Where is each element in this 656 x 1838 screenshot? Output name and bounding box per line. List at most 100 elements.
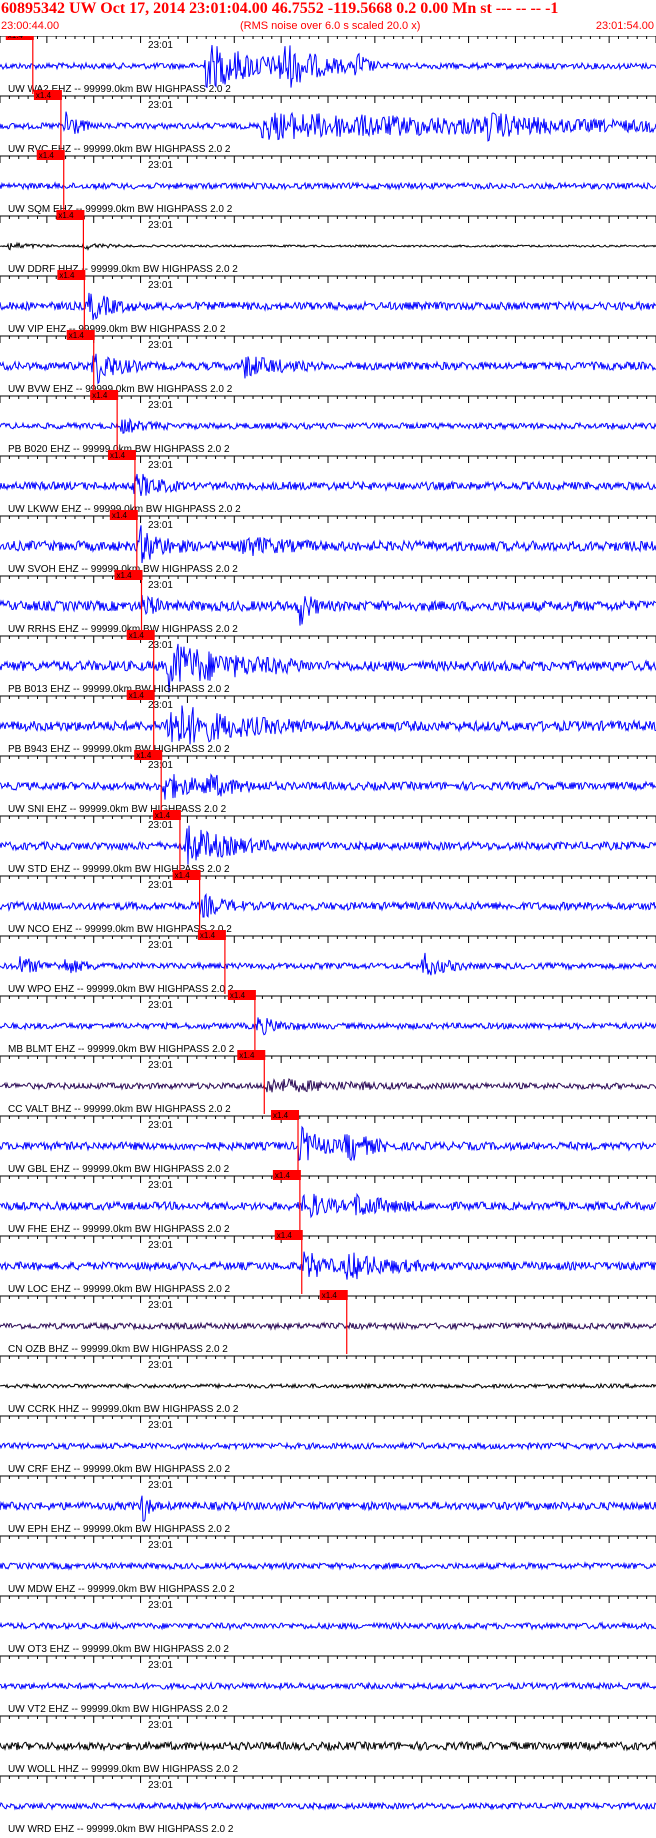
minute-label: 23:01 <box>148 1360 173 1371</box>
pick-label: x1.4 <box>36 91 52 100</box>
trace-row: 23:01 MB BLMT EHZ -- 99999.0km BW HIGHPAS… <box>0 990 656 1055</box>
pick-label: x1.4 <box>129 631 145 640</box>
waveform-trace <box>0 292 656 321</box>
trace-row: 23:01 UW CCRK HHZ -- 99999.0km BW HIGHPAS… <box>0 1355 656 1415</box>
minute-label: 23:01 <box>148 1000 173 1011</box>
pick-label: x1.4 <box>39 151 55 160</box>
waveform-trace <box>0 525 656 564</box>
station-label: UW RRHS EHZ -- 99999.0km BW HIGHPASS 2.0… <box>8 624 238 635</box>
station-label: UW CRF EHZ -- 99999.0km BW HIGHPASS 2.0 … <box>8 1464 231 1475</box>
waveform-trace <box>0 417 656 434</box>
waveform-trace <box>0 1321 656 1331</box>
station-label: UW BVW EHZ -- 99999.0km BW HIGHPASS 2.0 … <box>8 384 233 395</box>
minute-label: 23:01 <box>148 820 173 831</box>
trace-row: 23:01 UW WRD EHZ -- 99999.0km BW HIGHPASS… <box>0 1775 656 1835</box>
pick-label: x1.4 <box>8 36 24 40</box>
station-label: CC VALT BHZ -- 99999.0km BW HIGHPASS 2.0… <box>8 1104 231 1115</box>
event-title: 60895342 UW Oct 17, 2014 23:01:04.00 46.… <box>1 0 559 17</box>
trace-row: 23:01 UW BVW EHZ -- 99999.0km BW HIGHPASS… <box>0 330 656 395</box>
pick-label: x1.4 <box>58 211 74 220</box>
end-time-label: 23:01:54.00 <box>595 20 654 32</box>
station-label: UW WRD EHZ -- 99999.0km BW HIGHPASS 2.0 … <box>8 1824 234 1835</box>
minute-label: 23:01 <box>148 1540 173 1551</box>
pick-label: x1.4 <box>277 1231 293 1240</box>
minute-label: 23:01 <box>148 160 173 171</box>
station-label: UW DDRF HHZ -- 99999.0km BW HIGHPASS 2.0… <box>8 264 238 275</box>
trace-row: 23:01 UW VIP EHZ -- 99999.0km BW HIGHPASS… <box>0 270 656 335</box>
start-time-label: 23:00:44.00 <box>1 20 60 32</box>
station-label: UW VT2 EHZ -- 99999.0km BW HIGHPASS 2.0 … <box>8 1704 228 1715</box>
waveform-trace <box>0 1495 656 1522</box>
station-label: UW SQM EHZ -- 99999.0km BW HIGHPASS 2.0 … <box>8 204 233 215</box>
waveform-trace <box>0 1621 656 1631</box>
pick-label: x1.4 <box>110 451 126 460</box>
pick-label: x1.4 <box>112 511 128 520</box>
waveform-trace <box>0 892 656 918</box>
station-label: UW GBL EHZ -- 99999.0km BW HIGHPASS 2.0 … <box>8 1164 230 1175</box>
minute-label: 23:01 <box>148 400 173 411</box>
trace-row: 23:01UW SVOH EHZ -- 99999.0km BW HIGHPAS… <box>0 510 656 575</box>
station-label: UW MDW EHZ -- 99999.0km BW HIGHPASS 2.0 … <box>8 1584 235 1595</box>
minute-label: 23:01 <box>148 100 173 111</box>
minute-label: 23:01 <box>148 1780 173 1791</box>
minute-label: 23:01 <box>148 640 173 651</box>
waveform-trace <box>0 1251 656 1280</box>
pick-label: x1.4 <box>322 1291 338 1300</box>
waveform-trace <box>0 595 656 626</box>
trace-row: 23:01 UW CRF EHZ -- 99999.0km BW HIGHPASS… <box>0 1415 656 1475</box>
pick-label: x1.4 <box>69 331 85 340</box>
trace-row: 23:01UW RVC EHZ -- 99999.0km BW HIGHPASS… <box>0 90 656 155</box>
minute-label: 23:01 <box>148 700 173 711</box>
station-label: UW CCRK HHZ -- 99999.0km BW HIGHPASS 2.0… <box>8 1404 239 1415</box>
pick-label: x1.4 <box>117 571 133 580</box>
plot-header: 60895342 UW Oct 17, 2014 23:01:04.00 46.… <box>0 0 656 36</box>
waveform-trace <box>0 952 656 976</box>
waveform-trace <box>0 1441 656 1451</box>
waveform-trace <box>0 1125 656 1162</box>
minute-label: 23:01 <box>148 1120 173 1131</box>
minute-label: 23:01 <box>148 1240 173 1251</box>
waveform-trace <box>0 705 656 745</box>
trace-row: 23:01PB B020 EHZ -- 99999.0km BW HIGHPAS… <box>0 390 656 455</box>
waveform-trace <box>0 825 656 865</box>
trace-row: 23:01 CN OZB BHZ -- 99999.0km BW HIGHPASS… <box>0 1290 656 1355</box>
waveform-trace <box>0 1801 656 1811</box>
pick-label: x1.4 <box>239 1051 255 1060</box>
trace-row: 23:01UW LKWW EHZ -- 99999.0km BW HIGHPAS… <box>0 450 656 515</box>
minute-label: 23:01 <box>148 1300 173 1311</box>
minute-label: 23:01 <box>148 40 173 51</box>
minute-label: 23:01 <box>148 340 173 351</box>
trace-row: 23:01UW WA2 EHZ -- 99999.0km BW HIGHPASS… <box>0 36 656 95</box>
waveform-trace <box>0 1561 656 1571</box>
pick-label: x1.4 <box>155 811 171 820</box>
minute-label: 23:01 <box>148 1660 173 1671</box>
minute-label: 23:01 <box>148 460 173 471</box>
station-label: PB B943 EHZ -- 99999.0km BW HIGHPASS 2.0… <box>8 744 230 755</box>
pick-label: x1.4 <box>273 1111 289 1120</box>
trace-row: 23:01 UW GBL EHZ -- 99999.0km BW HIGHPASS… <box>0 1110 656 1175</box>
minute-label: 23:01 <box>148 1060 173 1071</box>
trace-row: 23:01 UW EPH EHZ -- 99999.0km BW HIGHPASS… <box>0 1475 656 1535</box>
waveform-trace <box>0 1382 656 1390</box>
trace-row: 23:01 UW VT2 EHZ -- 99999.0km BW HIGHPASS… <box>0 1655 656 1715</box>
minute-label: 23:01 <box>148 520 173 531</box>
pick-label: x1.4 <box>136 751 152 760</box>
station-label: UW OT3 EHZ -- 99999.0km BW HIGHPASS 2.0 … <box>8 1644 229 1655</box>
waveform-trace <box>0 773 656 800</box>
station-label: UW LOC EHZ -- 99999.0km BW HIGHPASS 2.0 … <box>8 1284 231 1295</box>
pick-label: x1.4 <box>92 391 108 400</box>
trace-row: 23:01 UW OT3 EHZ -- 99999.0km BW HIGHPASS… <box>0 1595 656 1655</box>
trace-row: 23:01 UW WOLL HHZ -- 99999.0km BW HIGHPAS… <box>0 1715 656 1775</box>
station-label: UW WPO EHZ -- 99999.0km BW HIGHPASS 2.0 … <box>8 984 234 995</box>
trace-row: 23:01 PB B943 EHZ -- 99999.0km BW HIGHPAS… <box>0 690 656 755</box>
pick-label: x1.4 <box>129 691 145 700</box>
station-label: UW FHE EHZ -- 99999.0km BW HIGHPASS 2.0 … <box>8 1224 230 1235</box>
trace-row: 23:01 UW MDW EHZ -- 99999.0km BW HIGHPASS… <box>0 1535 656 1595</box>
trace-row: 23:01 PB B013 EHZ -- 99999.0km BW HIGHPAS… <box>0 630 656 695</box>
trace-row: 23:01 CC VALT BHZ -- 99999.0km BW HIGHPAS… <box>0 1050 656 1115</box>
waveform-trace <box>0 473 656 496</box>
minute-label: 23:01 <box>148 580 173 591</box>
waveform-trace <box>0 45 656 89</box>
trace-row: 23:01UW NCO EHZ -- 99999.0km BW HIGHPASS… <box>0 870 656 935</box>
rms-note: (RMS noise over 6.0 s scaled 20.0 x) <box>240 20 421 32</box>
